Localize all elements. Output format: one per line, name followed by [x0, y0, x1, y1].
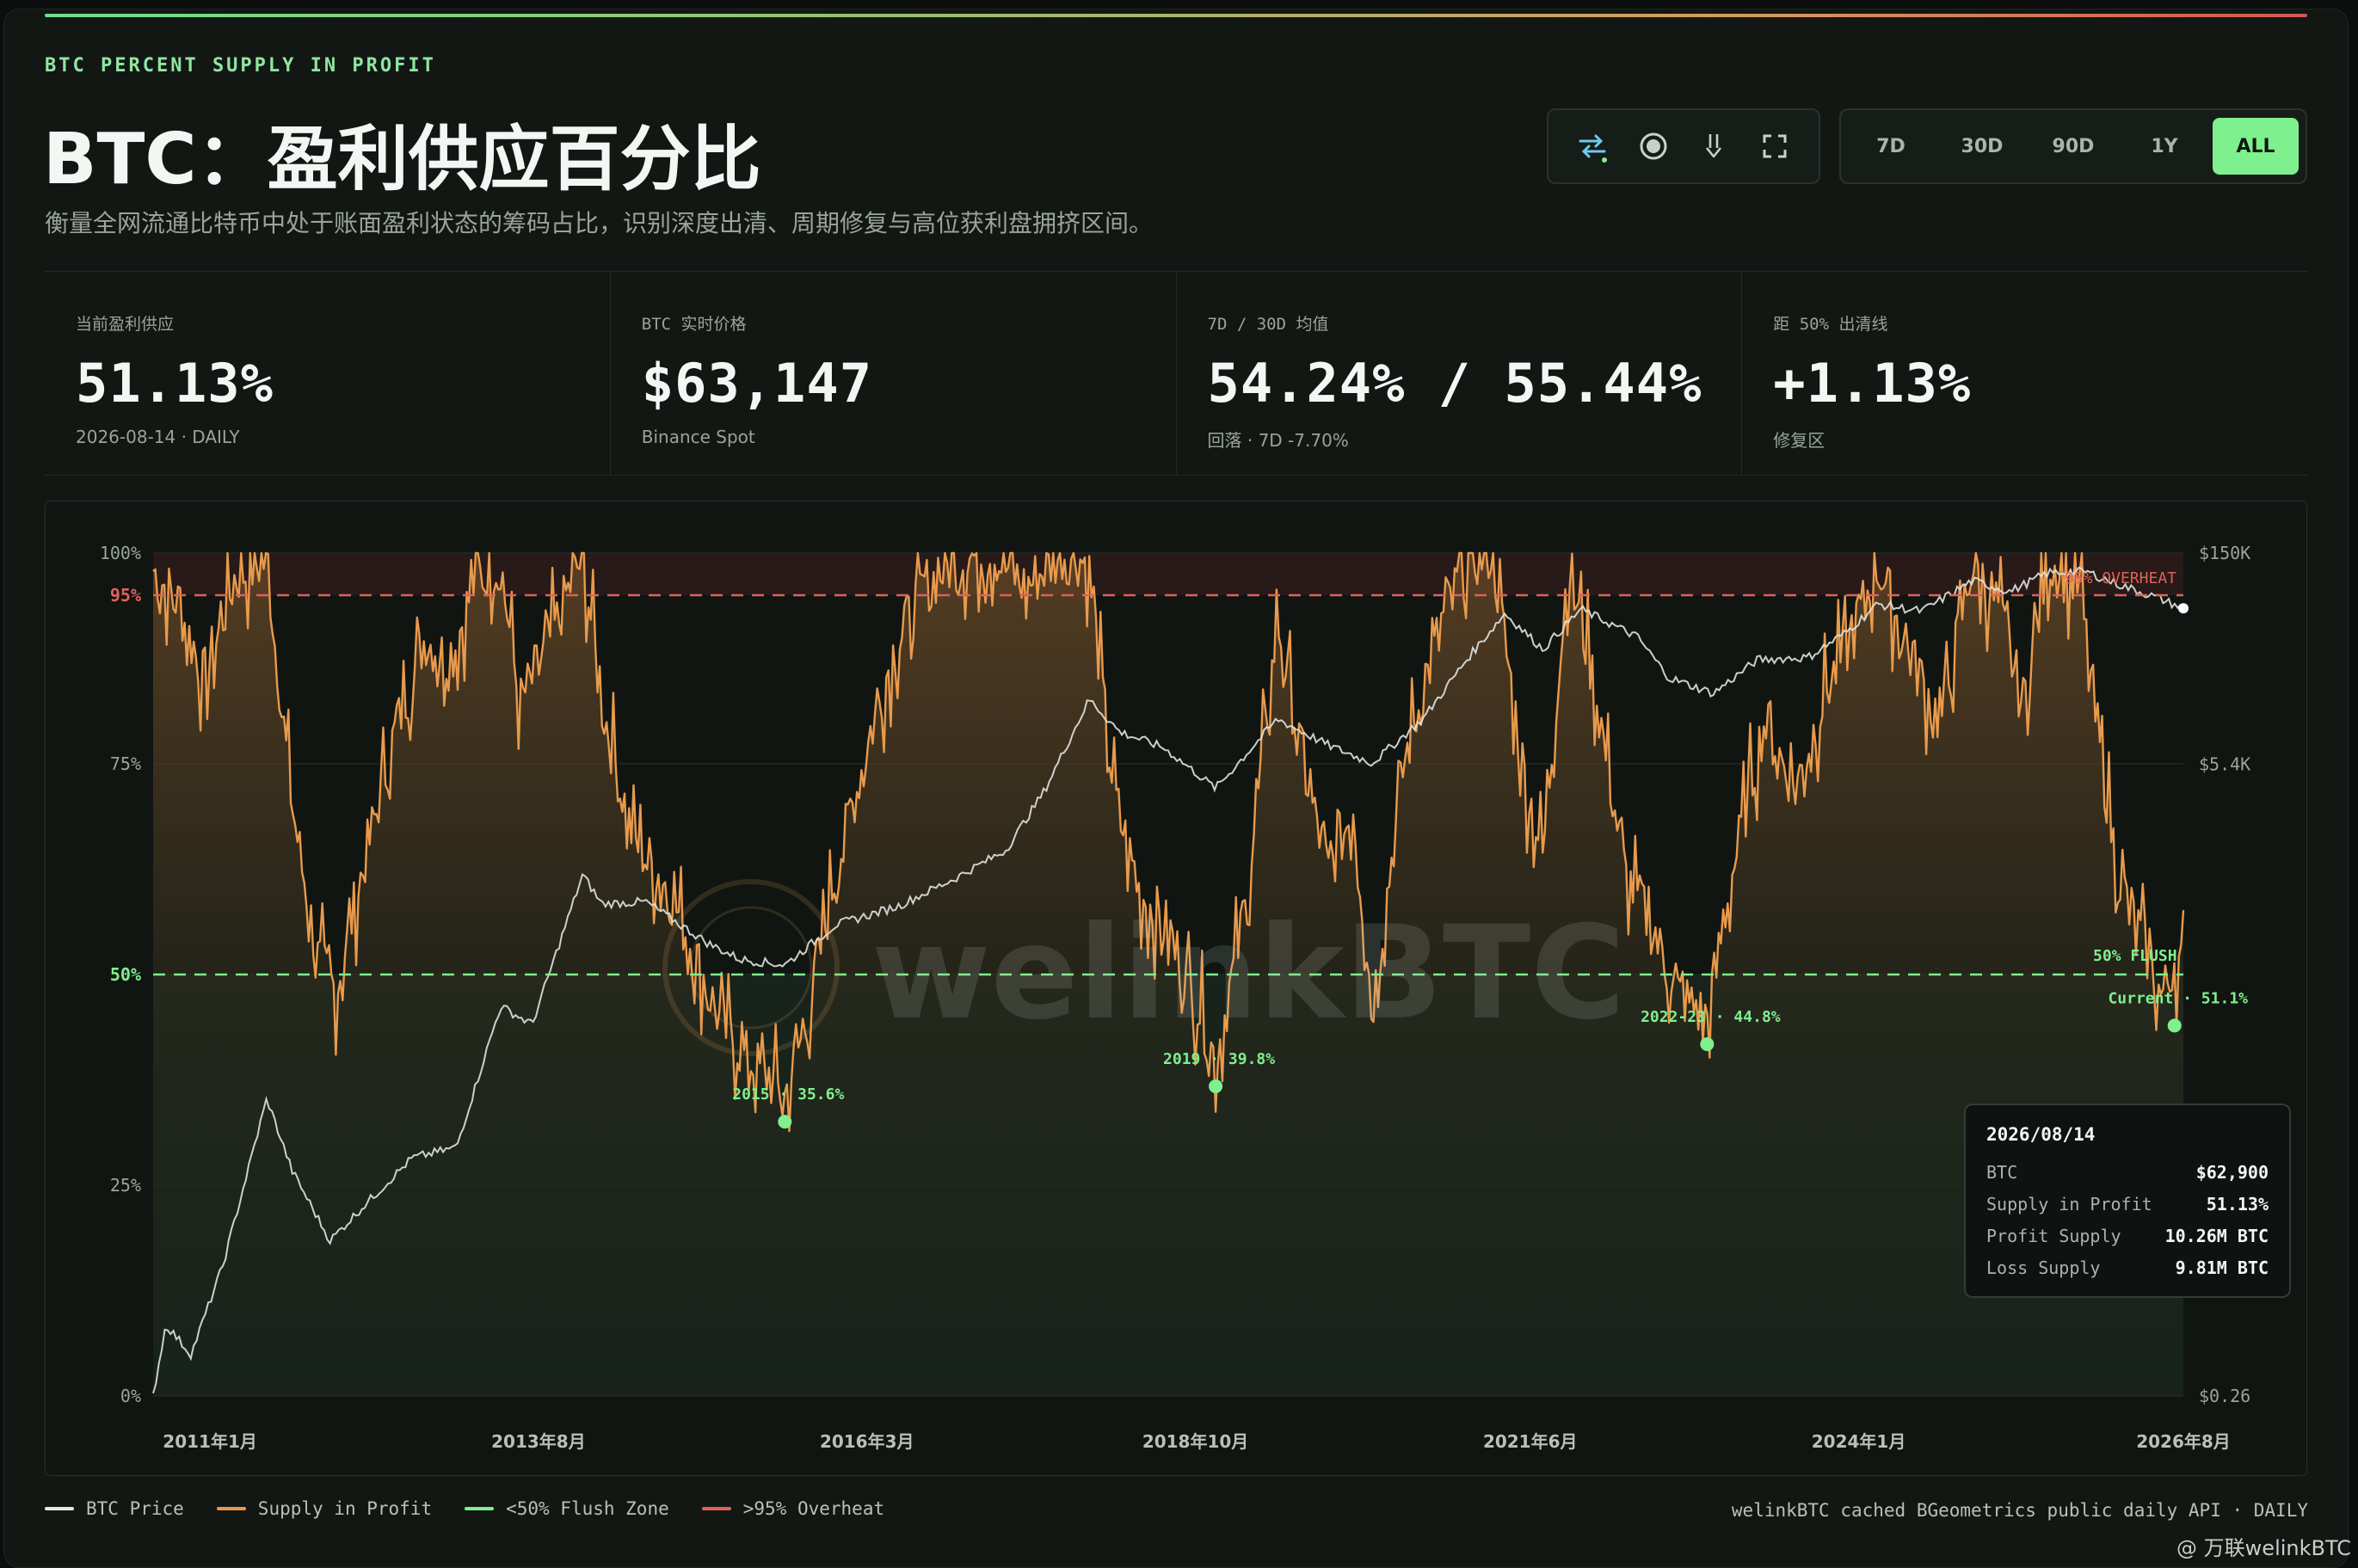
tooltip-value: 51.13% — [2206, 1194, 2269, 1214]
flush-label: 50% FLUSH — [2093, 947, 2177, 965]
stats-row: 当前盈利供应 51.13% 2026-08-14 · DAILY BTC 实时价… — [45, 271, 2307, 476]
stat-note: 回落 · 7D -7.70% — [1207, 430, 1349, 451]
cycle-low-label: 2019 · 39.8% — [1163, 1050, 1275, 1068]
range-90d[interactable]: 90D — [2030, 118, 2116, 175]
y-tick-label: 95% — [110, 585, 141, 606]
tooltip-row: BTC $62,900 — [1986, 1162, 2269, 1183]
record-icon[interactable] — [1630, 123, 1677, 169]
page-title: BTC：盈利供应百分比 — [43, 119, 761, 200]
range-30d[interactable]: 30D — [1939, 118, 2025, 175]
y-tick-label: 50% — [110, 964, 141, 985]
legend-label: <50% Flush Zone — [506, 1498, 669, 1519]
x-tick-label: 2013年8月 — [491, 1431, 586, 1452]
legend-swatch — [216, 1507, 246, 1510]
x-tick-label: 2026年8月 — [2136, 1431, 2231, 1452]
accent-line — [45, 14, 2307, 17]
stat-value: 54.24% / 55.44% — [1207, 352, 1702, 415]
x-tick-label: 2024年1月 — [1812, 1431, 1906, 1452]
cycle-low-label: 2022-23 · 44.8% — [1641, 1008, 1781, 1026]
y2-tick-label: $5.4K — [2199, 754, 2250, 775]
stat-value: 51.13% — [76, 352, 274, 415]
legend-label: >95% Overheat — [742, 1498, 885, 1519]
tooltip-date: 2026/08/14 — [1986, 1124, 2096, 1145]
chart-toolbar — [1547, 108, 1820, 184]
legend-item-overheat[interactable]: >95% Overheat — [701, 1498, 885, 1519]
legend-swatch — [45, 1507, 74, 1510]
legend-swatch — [465, 1507, 495, 1510]
tooltip-row: Supply in Profit 51.13% — [1986, 1194, 2269, 1214]
cycle-low-marker — [2167, 1018, 2182, 1033]
cycle-low-label: Current · 51.1% — [2108, 989, 2248, 1007]
data-source: welinkBTC cached BGeometrics public dail… — [1731, 1500, 2308, 1521]
stat-label: BTC 实时价格 — [641, 315, 747, 334]
chart-legend: BTC Price Supply in Profit <50% Flush Zo… — [45, 1498, 884, 1519]
fullscreen-icon[interactable] — [1752, 123, 1798, 169]
tooltip-key: Profit Supply — [1986, 1226, 2121, 1246]
stat-value: $63,147 — [641, 352, 873, 415]
legend-swatch — [701, 1507, 731, 1510]
stat-current-supply: 当前盈利供应 51.13% 2026-08-14 · DAILY — [45, 272, 611, 475]
stat-label: 7D / 30D 均值 — [1207, 315, 1329, 334]
legend-label: Supply in Profit — [257, 1498, 433, 1519]
range-selector: 7D 30D 90D 1Y ALL — [1839, 108, 2307, 184]
y2-tick-label: $150K — [2199, 543, 2250, 563]
credit: @ 万联welinkBTC — [2176, 1536, 2351, 1560]
overheat-label: 95% OVERHEAT — [2065, 569, 2176, 587]
y-tick-label: 75% — [110, 753, 141, 774]
tooltip-value: 9.81M BTC — [2175, 1257, 2269, 1278]
watermark: welinkBTC — [662, 879, 1625, 1056]
watermark-text: welinkBTC — [871, 899, 1625, 1048]
stat-value: +1.13% — [1773, 352, 1972, 415]
chart-tooltip: 2026/08/14 BTC $62,900 Supply in Profit 51… — [1964, 1104, 2291, 1298]
cycle-low-label: 2015 · 35.6% — [732, 1085, 844, 1104]
download-icon[interactable] — [1690, 123, 1737, 169]
x-tick-label: 2011年1月 — [163, 1431, 257, 1452]
y-tick-label: 100% — [100, 543, 141, 563]
stat-label: 当前盈利供应 — [76, 315, 175, 334]
stat-note: 2026-08-14 · DAILY — [76, 427, 240, 447]
x-tick-label: 2018年10月 — [1142, 1431, 1249, 1452]
x-tick-label: 2021年6月 — [1483, 1431, 1578, 1452]
range-7d[interactable]: 7D — [1848, 118, 1934, 175]
page-subtitle: 衡量全网流通比特币中处于账面盈利状态的筹码占比，识别深度出清、周期修复与高位获利… — [45, 209, 1154, 237]
y2-tick-label: $0.26 — [2199, 1386, 2250, 1406]
legend-item-price[interactable]: BTC Price — [45, 1498, 184, 1519]
cycle-low-marker — [1700, 1036, 1715, 1051]
y-tick-label: 0% — [120, 1386, 141, 1406]
stat-label: 距 50% 出清线 — [1773, 315, 1888, 334]
tooltip-key: BTC — [1986, 1162, 2018, 1183]
tooltip-key: Supply in Profit — [1986, 1194, 2152, 1214]
x-tick-label: 2016年3月 — [820, 1431, 914, 1452]
stat-note: Binance Spot — [641, 427, 755, 447]
legend-item-flush[interactable]: <50% Flush Zone — [465, 1498, 669, 1519]
tooltip-row: Profit Supply 10.26M BTC — [1986, 1226, 2269, 1246]
range-all[interactable]: ALL — [2213, 118, 2299, 175]
tooltip-value: $62,900 — [2195, 1162, 2269, 1183]
supply-profit-chart[interactable]: 95% OVERHEAT 50% FLUSH welinkBTC 2015 · 35.… — [46, 501, 2307, 1476]
stat-btc-price: BTC 实时价格 $63,147 Binance Spot — [611, 272, 1177, 475]
legend-item-supply[interactable]: Supply in Profit — [216, 1498, 433, 1519]
range-1y[interactable]: 1Y — [2121, 118, 2207, 175]
swap-icon[interactable] — [1569, 123, 1616, 169]
y-tick-label: 25% — [110, 1175, 141, 1196]
chart-area[interactable]: 95% OVERHEAT 50% FLUSH welinkBTC 2015 · 35.… — [45, 501, 2307, 1476]
tooltip-row: Loss Supply 9.81M BTC — [1986, 1257, 2269, 1278]
tooltip-value: 10.26M BTC — [2164, 1226, 2269, 1246]
tooltip-key: Loss Supply — [1986, 1257, 2101, 1278]
stat-flush-distance: 距 50% 出清线 +1.13% 修复区 — [1742, 272, 2307, 475]
legend-label: BTC Price — [86, 1498, 184, 1519]
cycle-low-marker — [1209, 1079, 1223, 1093]
stat-averages: 7D / 30D 均值 54.24% / 55.44% 回落 · 7D -7.7… — [1177, 272, 1743, 475]
cycle-low-marker — [778, 1115, 792, 1129]
kicker: BTC PERCENT SUPPLY IN PROFIT — [45, 55, 436, 77]
price-current-dot — [2178, 603, 2189, 614]
stat-note: 修复区 — [1773, 430, 1825, 451]
